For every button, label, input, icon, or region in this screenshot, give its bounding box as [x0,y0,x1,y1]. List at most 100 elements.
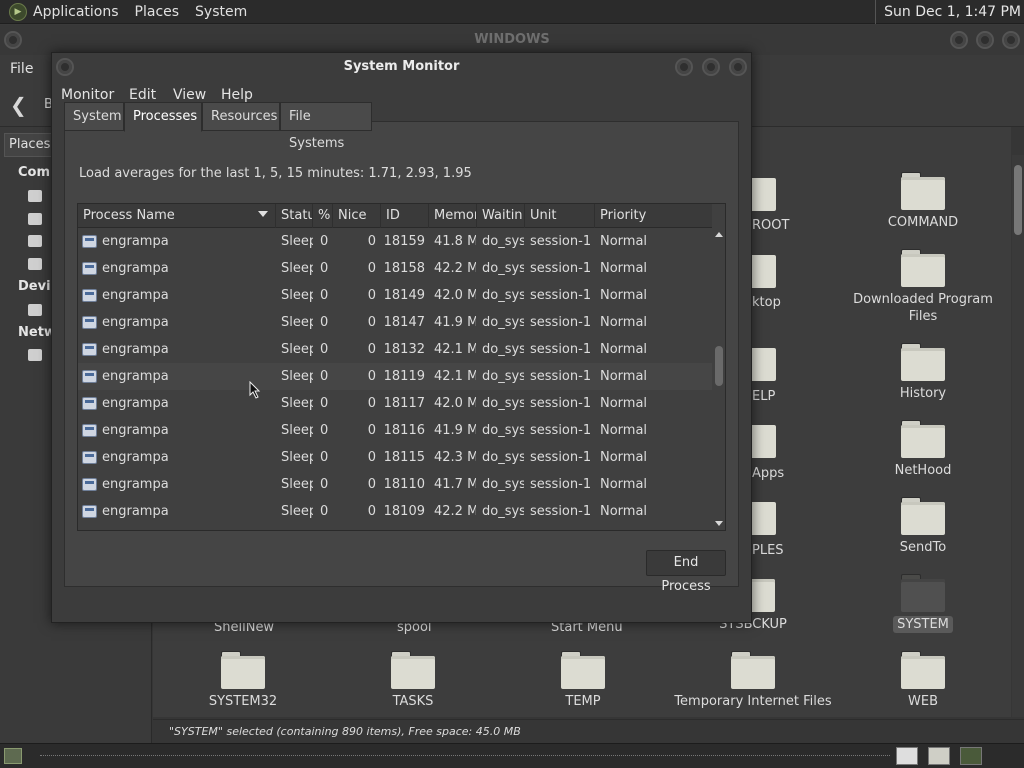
trash-icon[interactable] [28,258,42,270]
table-row[interactable]: engrampa Sleep 0 0 18147 41.9 M do_sys session-… [78,309,712,336]
folder-item[interactable]: COMMAND [843,172,1003,231]
menu-logo-icon[interactable]: ▶ [9,2,27,21]
folder-label[interactable]: ELP [752,389,775,404]
table-row[interactable]: engrampa Sleep 0 0 18132 42.1 Mi do_sys session… [78,336,712,363]
folder-icon [901,249,945,287]
network-icon[interactable] [28,349,42,361]
unit-cell: session-1.s [530,477,591,492]
maximize-button[interactable] [976,31,994,49]
table-row[interactable]: engrampa Sleep 0 0 18119 42.1 Mi do_sys session… [78,363,712,390]
system-monitor-titlebar[interactable]: System Monitor [52,53,751,81]
end-process-button[interactable]: End Process [646,550,726,594]
table-scrollbar[interactable] [712,228,726,530]
table-row[interactable]: engrampa Sleep 0 0 18109 42.2 M do_sys session-… [78,498,712,525]
table-row[interactable]: engrampa Sleep 0 0 18115 42.3 M do_sys session-… [78,444,712,471]
folder-label[interactable]: ROOT [752,218,789,233]
folder-item[interactable]: SYSTEM32 [163,651,323,710]
tab-resources[interactable]: Resources [202,102,280,131]
close-button[interactable] [1002,31,1020,49]
status-cell: Sleep [281,423,313,438]
column-nice[interactable]: Nice [333,204,381,228]
desktop-icon[interactable] [28,213,42,225]
column-process-name[interactable]: Process Name [78,204,276,228]
folder-item[interactable]: SendTo [843,497,1003,556]
monitor-menu[interactable]: Monitor [61,87,114,103]
memory-cell: 41.8 M [434,234,476,249]
folder-item[interactable]: NetHood [843,420,1003,479]
file-menu[interactable]: File [10,61,33,77]
folder-item-selected[interactable]: SYSTEM [843,574,1003,633]
scroll-up-icon[interactable] [715,232,723,237]
folder-icon[interactable] [752,178,776,211]
back-arrow-icon[interactable]: ❮ [10,93,27,117]
folder-label[interactable]: PLES [752,543,784,558]
folder-item[interactable]: History [843,343,1003,402]
close-button[interactable] [729,58,747,76]
window-menu-button[interactable] [4,31,22,49]
system-monitor-icon[interactable] [960,747,982,765]
column-status[interactable]: Statu [276,204,313,228]
status-cell: Sleep [281,315,313,330]
cpu-cell: 0 [320,423,329,438]
process-name-cell: engrampa [102,369,169,384]
folder-icon[interactable] [752,502,776,535]
column-cpu[interactable]: % [313,204,333,228]
filesystem-icon[interactable] [28,235,42,247]
priority-cell: Normal [600,315,648,330]
table-row[interactable]: engrampa Sleep 0 0 18117 42.0 M do_sys session-… [78,390,712,417]
unit-cell: session-1.s [530,504,591,519]
folder-item[interactable]: TASKS [333,651,493,710]
drive-icon[interactable] [28,304,42,316]
minimize-button[interactable] [950,31,968,49]
folder-icon[interactable] [752,425,776,458]
scrollbar-thumb[interactable] [715,346,723,386]
applications-menu[interactable]: Applications [33,4,119,20]
places-menu[interactable]: Places [135,4,180,20]
maximize-button[interactable] [702,58,720,76]
waiting-cell: do_sys [482,288,524,303]
window-menu-button[interactable] [56,58,74,76]
table-row[interactable]: engrampa Sleep 0 0 18158 42.2 M do_sys session-… [78,255,712,282]
table-header: Process Name Statu % Nice ID Memor Waiti… [78,204,712,228]
folder-icon[interactable] [928,747,950,765]
column-waiting[interactable]: Waitin [477,204,525,228]
tab-processes[interactable]: Processes [124,102,202,132]
folder-view-scrollbar[interactable] [1012,155,1024,717]
unit-cell: session-1.s [530,234,591,249]
folder-label[interactable]: Apps [752,466,784,481]
folder-icon[interactable] [752,348,776,381]
view-menu[interactable]: View [173,87,206,103]
edit-menu[interactable]: Edit [129,87,156,103]
show-desktop-icon[interactable] [4,748,22,764]
table-row[interactable]: engrampa Sleep 0 0 18116 41.9 M do_sys session-… [78,417,712,444]
workspace-icon[interactable] [896,747,918,765]
table-row[interactable]: engrampa Sleep 0 0 18159 41.8 M do_sys session-… [78,228,712,255]
table-row[interactable]: engrampa Sleep 0 0 18149 42.0 M do_sys session-… [78,282,712,309]
folder-item[interactable]: TEMP [503,651,663,710]
column-priority[interactable]: Priority [595,204,712,228]
file-manager-title: WINDOWS [0,25,1024,55]
tab-system[interactable]: System [64,102,124,131]
folder-label: Downloaded Program Files [853,292,993,324]
places-dropdown[interactable]: Places [4,133,52,157]
home-icon[interactable] [28,190,42,202]
minimize-button[interactable] [675,58,693,76]
scrollbar-thumb[interactable] [1014,165,1022,235]
system-menu[interactable]: System [195,4,247,20]
column-unit[interactable]: Unit [525,204,595,228]
folder-item[interactable]: WEB [843,651,1003,710]
folder-icon [221,651,265,689]
table-row[interactable]: engrampa Sleep 0 0 18110 41.7 M do_sys session-… [78,471,712,498]
folder-item[interactable]: Temporary Internet Files [673,651,833,709]
tab-file-systems[interactable]: File Systems [280,102,372,151]
column-id[interactable]: ID [381,204,429,228]
help-menu[interactable]: Help [221,87,253,103]
scroll-down-icon[interactable] [715,521,723,526]
window-list[interactable] [40,755,890,758]
folder-label[interactable]: ktop [752,295,781,310]
folder-icon[interactable] [752,255,776,288]
folder-item[interactable]: Downloaded Program Files [843,249,1003,325]
waiting-cell: do_sys [482,396,524,411]
column-memory[interactable]: Memor [429,204,477,228]
panel-clock[interactable]: Sun Dec 1, 1:47 PM [875,0,1021,24]
